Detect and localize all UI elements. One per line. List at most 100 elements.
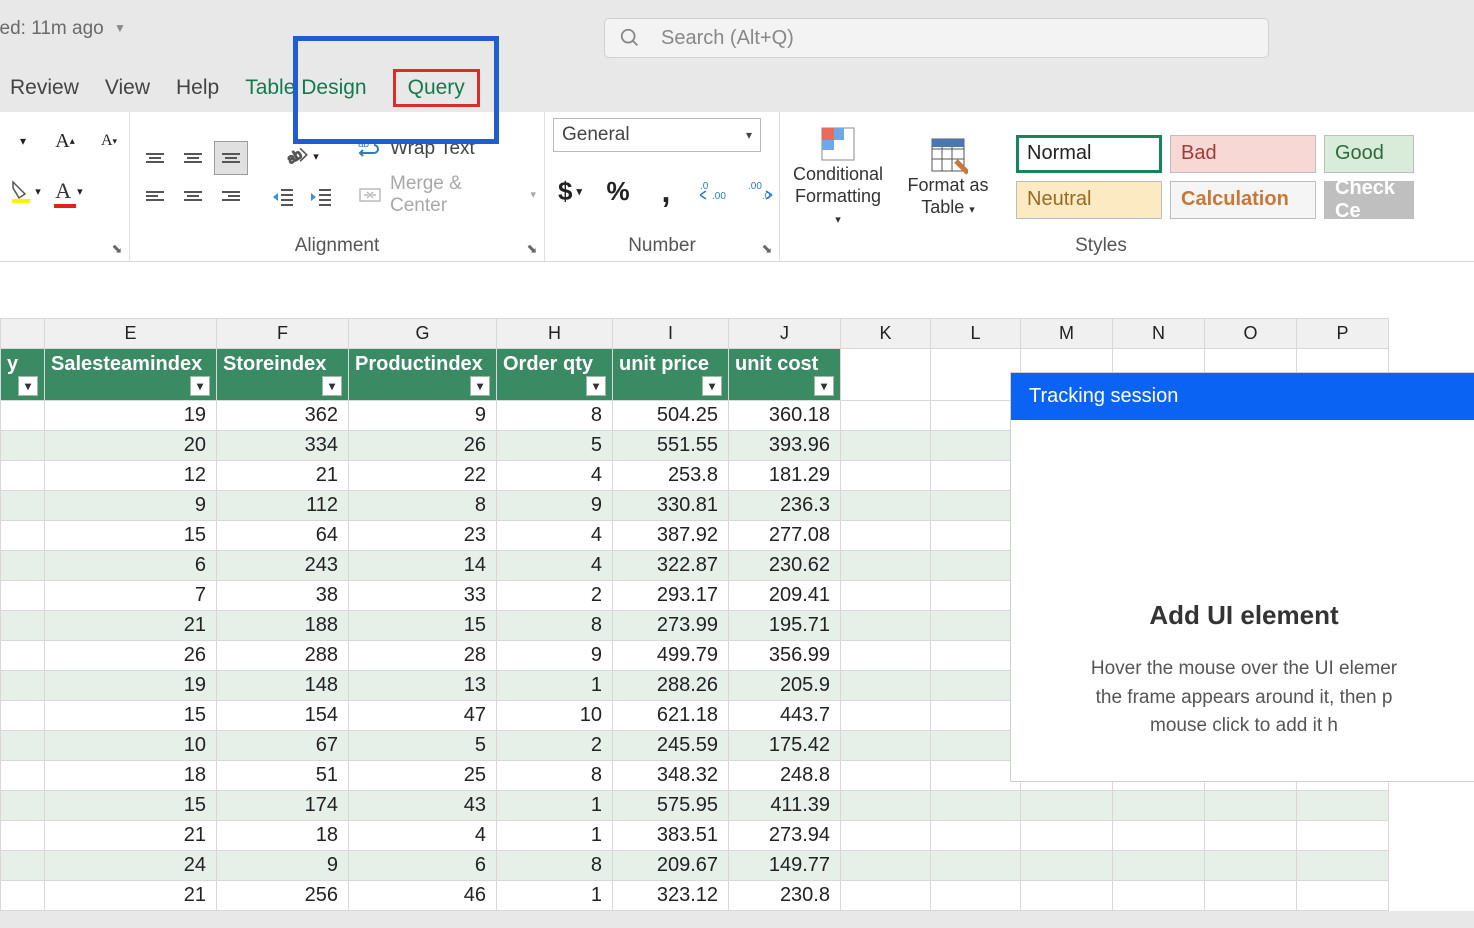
cell[interactable]: [1, 791, 45, 821]
cell[interactable]: 2: [497, 731, 613, 761]
cell[interactable]: 8: [349, 491, 497, 521]
cell[interactable]: [1, 551, 45, 581]
cell[interactable]: [1297, 881, 1389, 911]
comma-format-button[interactable]: ,: [649, 174, 683, 208]
cell[interactable]: 22: [349, 461, 497, 491]
orientation-icon[interactable]: ab ▾: [266, 140, 338, 174]
cell[interactable]: 1: [497, 821, 613, 851]
number-format-dropdown[interactable]: General ▾: [553, 118, 761, 152]
cell[interactable]: 236.3: [729, 491, 841, 521]
align-top-icon[interactable]: [138, 141, 172, 175]
cell[interactable]: [931, 551, 1021, 581]
number-dialog-launcher[interactable]: ⬊: [759, 241, 775, 257]
cell[interactable]: [1021, 881, 1113, 911]
filter-icon[interactable]: [470, 376, 490, 396]
cell[interactable]: 1: [497, 791, 613, 821]
cell[interactable]: [841, 731, 931, 761]
cell[interactable]: 148: [217, 671, 349, 701]
cell[interactable]: 443.7: [729, 701, 841, 731]
col-header-e[interactable]: E: [45, 319, 217, 349]
cell[interactable]: 334: [217, 431, 349, 461]
align-left-icon[interactable]: [138, 179, 172, 213]
cell[interactable]: 1: [497, 881, 613, 911]
col-header-g[interactable]: G: [349, 319, 497, 349]
cell[interactable]: 209.67: [613, 851, 729, 881]
decrease-indent-icon[interactable]: [266, 180, 300, 214]
cell[interactable]: 12: [45, 461, 217, 491]
cell[interactable]: 19: [45, 401, 217, 431]
table-row[interactable]: 15174431575.95411.39: [1, 791, 1389, 821]
fill-color-button[interactable]: ▾: [8, 174, 42, 208]
cell[interactable]: [841, 671, 931, 701]
percent-format-button[interactable]: %: [601, 174, 635, 208]
cell[interactable]: 9: [497, 491, 613, 521]
cell[interactable]: [1, 581, 45, 611]
merge-center-button[interactable]: Merge & Center ▾: [358, 173, 536, 217]
cell[interactable]: [1, 881, 45, 911]
cell[interactable]: 33: [349, 581, 497, 611]
cell[interactable]: 288: [217, 641, 349, 671]
cell[interactable]: 362: [217, 401, 349, 431]
cell[interactable]: [841, 791, 931, 821]
cell[interactable]: [1297, 791, 1389, 821]
cell[interactable]: 10: [497, 701, 613, 731]
cell[interactable]: [841, 821, 931, 851]
table-header-store[interactable]: Storeindex: [217, 349, 349, 401]
cell[interactable]: [841, 611, 931, 641]
tab-table-design[interactable]: Table Design: [245, 76, 366, 100]
cell[interactable]: 181.29: [729, 461, 841, 491]
cell[interactable]: [841, 431, 931, 461]
cell[interactable]: 293.17: [613, 581, 729, 611]
cell[interactable]: 273.99: [613, 611, 729, 641]
cell[interactable]: [1205, 881, 1297, 911]
cell[interactable]: [1, 761, 45, 791]
tab-review[interactable]: Review: [10, 76, 79, 100]
table-header-unit-cost[interactable]: unit cost: [729, 349, 841, 401]
cell[interactable]: 112: [217, 491, 349, 521]
cell[interactable]: 1: [497, 671, 613, 701]
cell[interactable]: 499.79: [613, 641, 729, 671]
cell[interactable]: [1113, 821, 1205, 851]
cell[interactable]: [931, 611, 1021, 641]
search-input[interactable]: Search (Alt+Q): [604, 18, 1269, 58]
filter-icon[interactable]: [702, 376, 722, 396]
cell[interactable]: 10: [45, 731, 217, 761]
cell[interactable]: [841, 521, 931, 551]
cell[interactable]: [931, 821, 1021, 851]
cell[interactable]: 195.71: [729, 611, 841, 641]
cell[interactable]: 15: [45, 701, 217, 731]
cell[interactable]: 175.42: [729, 731, 841, 761]
cell[interactable]: 4: [497, 461, 613, 491]
cell[interactable]: 551.55: [613, 431, 729, 461]
increase-font-icon[interactable]: A▴: [48, 124, 82, 158]
cell[interactable]: [1021, 851, 1113, 881]
cell[interactable]: [1, 431, 45, 461]
cell[interactable]: [931, 881, 1021, 911]
cell[interactable]: [841, 461, 931, 491]
cell[interactable]: 15: [45, 791, 217, 821]
cell[interactable]: 174: [217, 791, 349, 821]
cell[interactable]: 4: [497, 551, 613, 581]
wrap-text-button[interactable]: ab Wrap Text: [358, 137, 536, 161]
cell[interactable]: 19: [45, 671, 217, 701]
cell[interactable]: [1205, 791, 1297, 821]
cell[interactable]: 13: [349, 671, 497, 701]
table-row[interactable]: 21256461323.12230.8: [1, 881, 1389, 911]
cell[interactable]: 387.92: [613, 521, 729, 551]
cell[interactable]: 273.94: [729, 821, 841, 851]
cell[interactable]: [931, 851, 1021, 881]
alignment-dialog-launcher[interactable]: ⬊: [524, 241, 540, 257]
col-header-i[interactable]: I: [613, 319, 729, 349]
cell[interactable]: 245.59: [613, 731, 729, 761]
col-header-l[interactable]: L: [931, 319, 1021, 349]
cell[interactable]: 288.26: [613, 671, 729, 701]
cell[interactable]: 356.99: [729, 641, 841, 671]
cell[interactable]: 348.32: [613, 761, 729, 791]
tab-help[interactable]: Help: [176, 76, 219, 100]
increase-indent-icon[interactable]: [304, 180, 338, 214]
cell[interactable]: 51: [217, 761, 349, 791]
last-modified-label[interactable]: fied: 11m ago ▼: [0, 18, 126, 40]
col-header-o[interactable]: O: [1205, 319, 1297, 349]
col-header-k[interactable]: K: [841, 319, 931, 349]
cell[interactable]: 7: [45, 581, 217, 611]
